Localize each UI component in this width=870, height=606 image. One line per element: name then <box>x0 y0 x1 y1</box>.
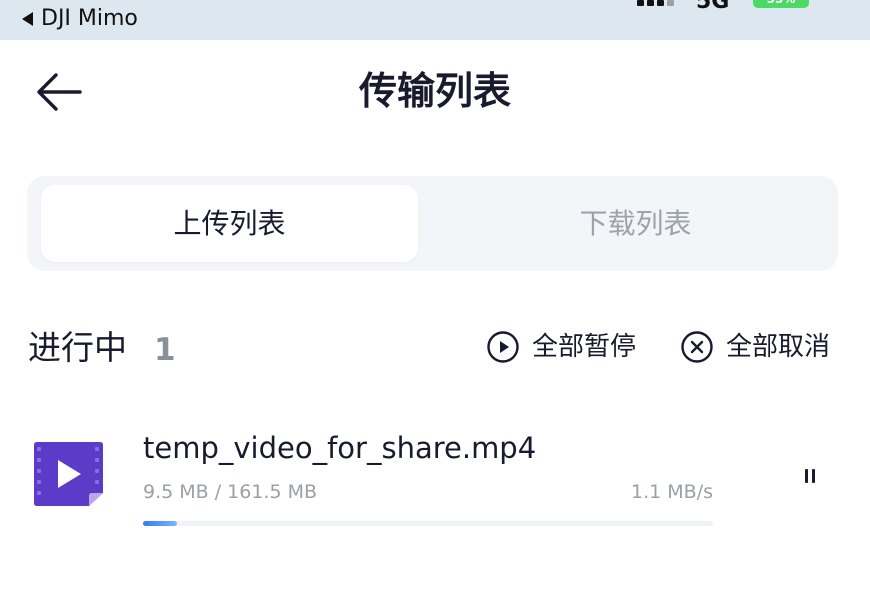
file-name: temp_video_for_share.mp4 <box>143 431 537 465</box>
back-app-label: DJI Mimo <box>41 6 138 31</box>
pause-all-button[interactable]: 全部暂停 <box>486 327 636 367</box>
back-triangle-icon <box>22 12 33 26</box>
cancel-all-button[interactable]: 全部取消 <box>680 327 830 367</box>
transfer-speed: 1.1 MB/s <box>631 481 713 503</box>
section-title: 进行中 <box>28 328 127 367</box>
cancel-all-label: 全部取消 <box>726 332 831 362</box>
progress-fill <box>143 521 178 526</box>
transfer-tabs: 上传列表 下载列表 <box>27 176 838 271</box>
play-circle-icon <box>487 331 519 363</box>
battery-indicator: 55% <box>753 0 809 8</box>
video-file-icon <box>34 442 103 506</box>
close-circle-icon <box>681 331 713 363</box>
tab-upload-list[interactable]: 上传列表 <box>41 185 418 262</box>
page-title: 传输列表 <box>358 69 511 113</box>
carrier-label: 5G <box>696 0 730 14</box>
pause-all-label: 全部暂停 <box>532 332 637 362</box>
pause-icon-bar <box>812 469 815 483</box>
status-bar: DJI Mimo 5G 55% <box>0 0 870 40</box>
tab-download-list[interactable]: 下载列表 <box>447 185 824 262</box>
progress-bar <box>143 521 713 526</box>
pause-icon-bar <box>805 469 808 483</box>
back-to-app-link[interactable]: DJI Mimo <box>22 5 138 33</box>
file-size: 9.5 MB / 161.5 MB <box>143 481 318 503</box>
signal-icon <box>637 0 674 6</box>
item-pause-button[interactable] <box>795 461 825 491</box>
section-count: 1 <box>154 332 176 368</box>
